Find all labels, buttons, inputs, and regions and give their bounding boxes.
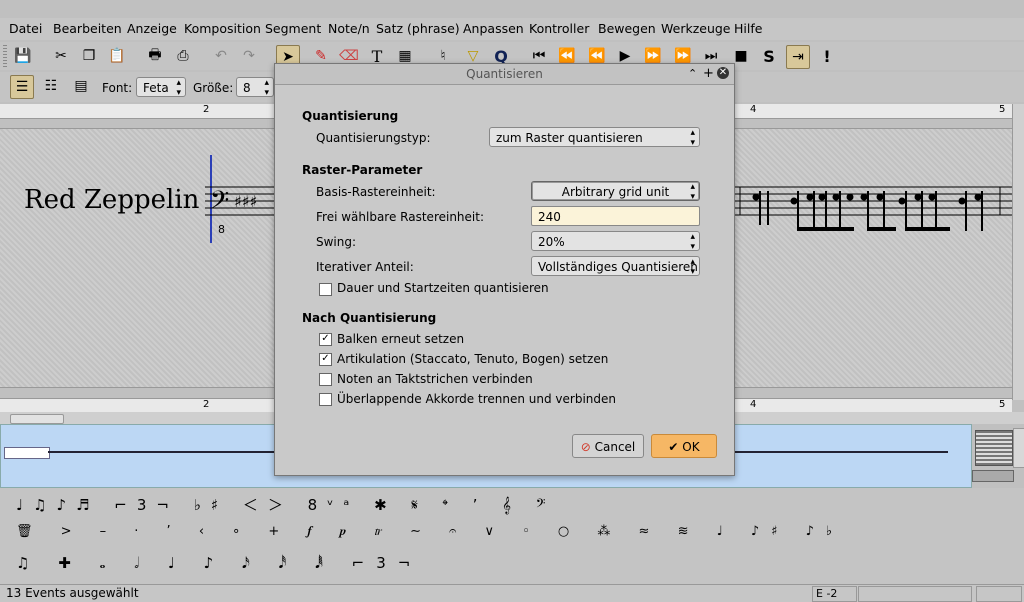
size-label: Größe:	[193, 81, 234, 95]
measure-number: 4	[750, 104, 757, 115]
font-label: Font:	[102, 81, 133, 95]
menu-datei[interactable]: Datei	[9, 21, 42, 36]
cancel-icon: ⊘	[580, 440, 591, 454]
matrix-view-icon[interactable]: ▤	[70, 75, 92, 97]
scroll-thumb[interactable]	[10, 414, 64, 424]
tie-barlines-checkbox[interactable]	[319, 373, 332, 386]
menubar: Datei Bearbeiten Anzeige Komposition Seg…	[0, 18, 1024, 40]
section-quantization: Quantisierung	[302, 109, 399, 123]
tie-barlines-label: Noten an Taktstrichen verbinden	[337, 372, 533, 386]
menu-kontroller[interactable]: Kontroller	[529, 21, 589, 36]
rebeam-label: Balken erneut setzen	[337, 332, 465, 346]
zoom-slider[interactable]	[972, 470, 1014, 482]
menu-hilfe[interactable]: Hilfe	[734, 21, 762, 36]
menu-werkzeuge[interactable]: Werkzeuge	[661, 21, 731, 36]
base-unit-label: Basis-Rastereinheit:	[316, 185, 436, 199]
track-name: Red Zeppelin	[24, 185, 200, 215]
free-unit-input[interactable]: 240	[531, 206, 700, 226]
status-events: 13 Events ausgewählt	[6, 586, 139, 600]
status-field	[976, 586, 1022, 602]
status-field	[858, 586, 972, 602]
save-icon[interactable]: 💾	[12, 45, 34, 67]
menu-anpassen[interactable]: Anpassen	[463, 21, 524, 36]
swing-label: Swing:	[316, 235, 357, 249]
measure-number: 5	[999, 104, 1006, 115]
notation-palettes: ♩♫♪♬ ⌐3¬ ♭♯ ＜＞ 8ᵛᵃ ✱ 𝄋 𝄌 ’ 𝄞 𝄢 🗑 > – · ’…	[0, 488, 1024, 584]
menu-satz[interactable]: Satz (phrase)	[376, 21, 460, 36]
toolbar-grip	[3, 45, 7, 67]
panic-icon[interactable]: !	[816, 45, 838, 67]
zoom-icon[interactable]	[975, 430, 1013, 466]
iter-label: Iterativer Anteil:	[316, 260, 414, 274]
svg-text:𝄢: 𝄢	[210, 186, 229, 221]
undo-icon[interactable]: ↶	[210, 45, 232, 67]
menu-noten[interactable]: Note/n	[328, 21, 370, 36]
split-chords-label: Überlappende Akkorde trennen und verbind…	[337, 392, 616, 406]
zoom-scroll[interactable]	[1013, 428, 1024, 468]
quantize-dialog: Quantisieren ⌃ + ✕ Quantisierung Quantis…	[274, 63, 735, 476]
ok-button[interactable]: ✔ OK	[651, 434, 717, 458]
ok-icon: ✔	[668, 440, 679, 454]
status-position: E -2	[812, 586, 857, 602]
palette-row-2[interactable]: 🗑 > – · ’ ‹ ∘ + 𝆑 𝆏 𝆖 ∼ 𝄐 ∨ ◦ ○ ⁂ ≈ ≋ ♩ …	[16, 524, 832, 539]
vertical-scrollbar[interactable]	[1012, 104, 1024, 400]
solo-icon[interactable]: S	[758, 45, 780, 67]
rebeam-checkbox[interactable]: ✓	[319, 333, 332, 346]
section-after: Nach Quantisierung	[302, 311, 437, 325]
free-unit-label: Frei wählbare Rastereinheit:	[316, 210, 485, 224]
quant-type-select[interactable]: zum Raster quantisieren ▴ ▾	[489, 127, 700, 148]
measure-number: 5	[999, 399, 1006, 410]
quant-type-label: Quantisierungstyp:	[316, 131, 431, 145]
swing-spinbox[interactable]: 20% ▴ ▾	[531, 231, 700, 252]
menu-bearbeiten[interactable]: Bearbeiten	[53, 21, 122, 36]
measure-number: 2	[203, 399, 210, 410]
status-bar: 13 Events ausgewählt E -2	[0, 584, 1024, 602]
section-grid: Raster-Parameter	[302, 163, 423, 177]
dur-start-checkbox[interactable]	[319, 283, 332, 296]
shade-icon[interactable]: ⌃	[688, 67, 697, 80]
palette-row-3[interactable]: ♫ ✚ 𝅝 𝅗𝅥 ♩ ♪ 𝅘𝅥𝅯 𝅘𝅥𝅰 𝅘𝅥𝅱 ⌐3¬ ♩ ♫	[16, 554, 416, 572]
menu-bewegen[interactable]: Bewegen	[598, 21, 656, 36]
maximize-icon[interactable]: +	[703, 66, 714, 81]
print-icon[interactable]: 🖶	[144, 45, 166, 67]
redo-icon[interactable]: ↷	[238, 45, 260, 67]
measure-number: 2	[203, 104, 210, 115]
iter-select[interactable]: Vollständiges Quantisieren ▴ ▾	[531, 256, 700, 277]
dur-start-label: Dauer und Startzeiten quantisieren	[337, 281, 549, 295]
print-preview-icon[interactable]: ⎙	[172, 45, 194, 67]
articulation-checkbox[interactable]: ✓	[319, 353, 332, 366]
palette-row-1[interactable]: ♩♫♪♬ ⌐3¬ ♭♯ ＜＞ 8ᵛᵃ ✱ 𝄋 𝄌 ’ 𝄞 𝄢	[16, 494, 796, 515]
follow-playback-icon[interactable]: ⇥	[786, 45, 810, 69]
split-chords-checkbox[interactable]	[319, 393, 332, 406]
font-select[interactable]: Feta ▴ ▾	[136, 77, 186, 98]
menu-segment[interactable]: Segment	[265, 21, 321, 36]
copy-icon[interactable]: ❐	[78, 45, 100, 67]
cut-icon[interactable]: ✂	[50, 45, 72, 67]
menu-anzeige[interactable]: Anzeige	[127, 21, 177, 36]
svg-text:♯♯♯: ♯♯♯	[234, 192, 257, 211]
staff-view-icon[interactable]: ☷	[40, 75, 62, 97]
edit-view-icon[interactable]: ☰	[10, 75, 34, 99]
size-select[interactable]: 8 ▴ ▾	[236, 77, 274, 98]
base-unit-select[interactable]: Arbitrary grid unit ▴ ▾	[531, 181, 700, 202]
clef-octave-label: 8	[218, 223, 225, 236]
menu-komposition[interactable]: Komposition	[184, 21, 261, 36]
segment-block[interactable]	[4, 447, 50, 459]
measure-number: 4	[750, 399, 757, 410]
close-icon[interactable]: ✕	[717, 67, 729, 79]
cancel-button[interactable]: ⊘ Cancel	[572, 434, 644, 458]
paste-icon[interactable]: 📋	[106, 45, 128, 67]
articulation-label: Artikulation (Staccato, Tenuto, Bogen) s…	[337, 352, 609, 366]
dialog-title: Quantisieren	[275, 64, 734, 85]
